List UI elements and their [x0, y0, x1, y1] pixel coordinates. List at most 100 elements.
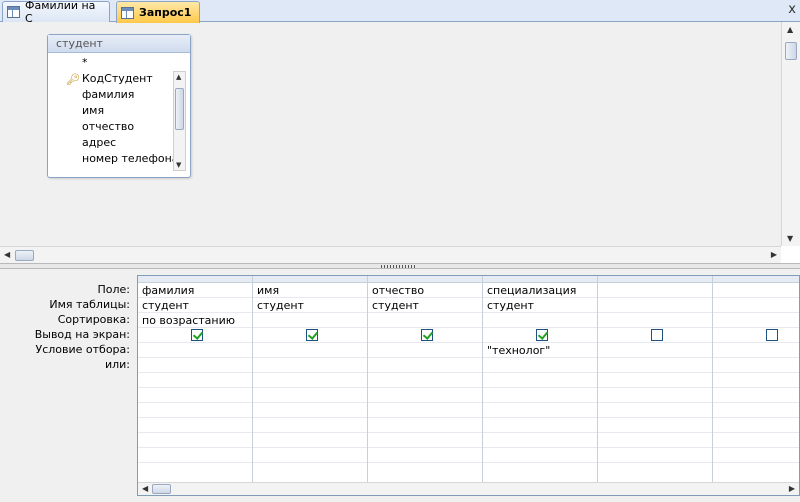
table-title[interactable]: студент — [48, 35, 190, 53]
or-cell[interactable] — [368, 358, 482, 373]
empty-criteria-cell[interactable] — [253, 448, 367, 463]
design-pane-horizontal-scrollbar[interactable]: ◀ ▶ — [0, 246, 781, 263]
field-cell[interactable]: имя — [253, 283, 367, 298]
empty-criteria-cell[interactable] — [483, 388, 597, 403]
empty-criteria-cell[interactable] — [483, 433, 597, 448]
sort-cell[interactable] — [368, 313, 482, 328]
empty-criteria-cell[interactable] — [598, 373, 712, 388]
table-cell[interactable] — [598, 298, 712, 313]
close-icon[interactable]: x — [788, 2, 796, 18]
empty-criteria-cell[interactable] — [138, 448, 252, 463]
or-cell[interactable] — [253, 358, 367, 373]
column-selector[interactable] — [138, 276, 252, 283]
column-selector[interactable] — [598, 276, 712, 283]
empty-criteria-cell[interactable] — [138, 388, 252, 403]
empty-criteria-cell[interactable] — [138, 433, 252, 448]
empty-criteria-cell[interactable] — [598, 388, 712, 403]
empty-criteria-cell[interactable] — [598, 433, 712, 448]
scroll-down-icon[interactable]: ▼ — [787, 234, 793, 243]
sort-cell[interactable] — [713, 313, 799, 328]
or-cell[interactable] — [598, 358, 712, 373]
empty-criteria-cell[interactable] — [368, 373, 482, 388]
empty-criteria-cell[interactable] — [713, 403, 799, 418]
empty-criteria-cell[interactable] — [713, 433, 799, 448]
table-cell[interactable]: студент — [368, 298, 482, 313]
scroll-up-icon[interactable]: ▲ — [787, 25, 793, 34]
column-selector[interactable] — [253, 276, 367, 283]
show-checkbox[interactable] — [651, 329, 663, 341]
empty-criteria-cell[interactable] — [483, 418, 597, 433]
empty-criteria-cell[interactable] — [713, 388, 799, 403]
field-cell[interactable] — [713, 283, 799, 298]
empty-criteria-cell[interactable] — [138, 418, 252, 433]
grid-horizontal-scrollbar[interactable]: ◀ ▶ — [138, 482, 799, 495]
field-item[interactable]: адрес — [52, 135, 172, 151]
empty-criteria-cell[interactable] — [483, 403, 597, 418]
design-pane-vertical-scrollbar[interactable]: ▲ ▼ — [781, 22, 800, 246]
scroll-left-icon[interactable]: ◀ — [4, 250, 10, 259]
scroll-down-icon[interactable]: ▼ — [176, 161, 181, 169]
sort-cell[interactable] — [598, 313, 712, 328]
tab-zapros1[interactable]: Запрос1 — [116, 1, 200, 23]
field-list-scrollbar[interactable]: ▲ ▼ — [173, 71, 186, 171]
or-cell[interactable] — [138, 358, 252, 373]
empty-criteria-cell[interactable] — [483, 448, 597, 463]
empty-criteria-cell[interactable] — [253, 373, 367, 388]
empty-criteria-cell[interactable] — [598, 403, 712, 418]
sort-cell[interactable] — [253, 313, 367, 328]
field-cell[interactable]: фамилия — [138, 283, 252, 298]
criteria-cell[interactable] — [713, 343, 799, 358]
column-selector[interactable] — [483, 276, 597, 283]
field-item[interactable]: отчество — [52, 119, 172, 135]
sort-cell[interactable]: по возрастанию — [138, 313, 252, 328]
empty-criteria-cell[interactable] — [253, 433, 367, 448]
criteria-cell[interactable]: "технолог" — [483, 343, 597, 358]
empty-criteria-cell[interactable] — [253, 403, 367, 418]
or-cell[interactable] — [713, 358, 799, 373]
criteria-cell[interactable] — [253, 343, 367, 358]
empty-criteria-cell[interactable] — [368, 388, 482, 403]
empty-criteria-cell[interactable] — [713, 448, 799, 463]
scroll-thumb[interactable] — [152, 484, 171, 494]
scroll-right-icon[interactable]: ▶ — [789, 484, 795, 493]
empty-criteria-cell[interactable] — [713, 373, 799, 388]
field-item[interactable]: имя — [52, 103, 172, 119]
show-checkbox[interactable] — [421, 329, 433, 341]
empty-criteria-cell[interactable] — [598, 418, 712, 433]
field-cell[interactable]: отчество — [368, 283, 482, 298]
sort-cell[interactable] — [483, 313, 597, 328]
field-item[interactable]: фамилия — [52, 87, 172, 103]
show-checkbox[interactable] — [306, 329, 318, 341]
scroll-thumb[interactable] — [785, 42, 797, 60]
field-cell[interactable] — [598, 283, 712, 298]
empty-criteria-cell[interactable] — [368, 433, 482, 448]
empty-criteria-cell[interactable] — [138, 373, 252, 388]
column-selector[interactable] — [713, 276, 799, 283]
table-cell[interactable]: студент — [138, 298, 252, 313]
table-cell[interactable] — [713, 298, 799, 313]
column-selector[interactable] — [368, 276, 482, 283]
empty-criteria-cell[interactable] — [598, 448, 712, 463]
scroll-right-icon[interactable]: ▶ — [771, 250, 777, 259]
empty-criteria-cell[interactable] — [253, 418, 367, 433]
empty-criteria-cell[interactable] — [368, 448, 482, 463]
scroll-left-icon[interactable]: ◀ — [142, 484, 148, 493]
field-item[interactable]: 🔑︎ КодСтудент — [52, 71, 172, 87]
criteria-cell[interactable] — [138, 343, 252, 358]
criteria-cell[interactable] — [368, 343, 482, 358]
table-cell[interactable]: студент — [483, 298, 597, 313]
empty-criteria-cell[interactable] — [138, 403, 252, 418]
show-checkbox[interactable] — [191, 329, 203, 341]
empty-criteria-cell[interactable] — [483, 373, 597, 388]
empty-criteria-cell[interactable] — [368, 418, 482, 433]
empty-criteria-cell[interactable] — [713, 418, 799, 433]
scroll-thumb[interactable] — [175, 88, 184, 130]
scroll-up-icon[interactable]: ▲ — [176, 73, 181, 81]
empty-criteria-cell[interactable] — [253, 388, 367, 403]
empty-criteria-cell[interactable] — [368, 403, 482, 418]
field-cell[interactable]: специализация — [483, 283, 597, 298]
show-checkbox[interactable] — [766, 329, 778, 341]
field-item[interactable]: номер телефона — [52, 151, 179, 167]
criteria-cell[interactable] — [598, 343, 712, 358]
scroll-thumb[interactable] — [15, 250, 34, 261]
